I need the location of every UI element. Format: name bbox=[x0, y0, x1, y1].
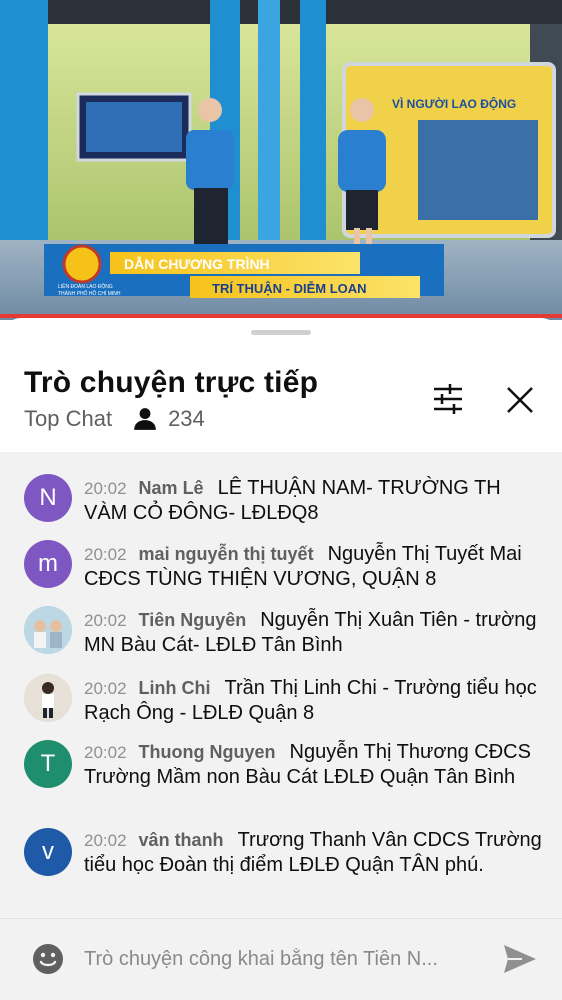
emoji-icon[interactable] bbox=[32, 943, 64, 975]
message-author[interactable]: Thuong Nguyen bbox=[139, 742, 276, 762]
banner-names: TRÍ THUẬN - DIỄM LOAN bbox=[212, 281, 367, 296]
message-time: 20:02 bbox=[84, 743, 127, 762]
person-icon bbox=[134, 408, 156, 430]
message-author[interactable]: Linh Chi bbox=[139, 678, 211, 698]
chat-input[interactable] bbox=[84, 941, 474, 977]
live-video-player[interactable]: DẪN CHƯƠNG TRÌNH TRÍ THUẬN - DIỄM LOAN V… bbox=[0, 0, 562, 320]
studio-scene: DẪN CHƯƠNG TRÌNH TRÍ THUẬN - DIỄM LOAN V… bbox=[0, 0, 562, 320]
message-time: 20:02 bbox=[84, 479, 127, 498]
chat-title: Trò chuyện trực tiếp bbox=[24, 366, 319, 399]
close-icon[interactable] bbox=[500, 380, 540, 420]
chat-message: N 20:02 Nam Lê LÊ THUẬN NAM- TRƯỜNG TH VÀM… bbox=[0, 472, 562, 532]
chat-message: 20:02 Linh Chi Trần Thị Linh Chi - Trường … bbox=[0, 674, 562, 730]
logo-caption-1: LIÊN ĐOÀN LAO ĐỘNG bbox=[58, 282, 113, 290]
chat-mode-selector[interactable]: Top Chat 234 bbox=[24, 406, 205, 432]
logo-caption-2: THÀNH PHỐ HỒ CHÍ MINH bbox=[58, 290, 121, 297]
tune-icon[interactable] bbox=[428, 382, 468, 416]
message-author[interactable]: mai nguyễn thị tuyết bbox=[139, 544, 314, 564]
screen-heading: VÌ NGƯỜI LAO ĐỘNG bbox=[392, 96, 516, 111]
message-time: 20:02 bbox=[84, 831, 127, 850]
avatar[interactable]: v bbox=[24, 828, 72, 876]
send-icon[interactable] bbox=[502, 943, 538, 975]
chat-mode-label: Top Chat bbox=[24, 406, 113, 431]
chat-header: Trò chuyện trực tiếp Top Chat 234 bbox=[0, 318, 562, 452]
message-time: 20:02 bbox=[84, 611, 127, 630]
live-chat-panel: Trò chuyện trực tiếp Top Chat 234 N 20:0… bbox=[0, 318, 562, 1000]
message-time: 20:02 bbox=[84, 679, 127, 698]
avatar[interactable]: N bbox=[24, 474, 72, 522]
avatar[interactable]: T bbox=[24, 740, 72, 788]
viewer-count: 234 bbox=[168, 406, 205, 431]
chat-message: m 20:02 mai nguyễn thị tuyết Nguyễn Thị Tu… bbox=[0, 540, 562, 596]
drag-handle[interactable] bbox=[251, 330, 311, 335]
photo-avatar-icon bbox=[24, 674, 72, 722]
message-time: 20:02 bbox=[84, 545, 127, 564]
message-author[interactable]: Nam Lê bbox=[139, 478, 204, 498]
avatar[interactable]: m bbox=[24, 540, 72, 588]
chat-message: 20:02 Tiên Nguyên Nguyễn Thị Xuân Tiên - t… bbox=[0, 606, 562, 662]
chat-message: v 20:02 vân thanh Trương Thanh Vân CDCS Tr… bbox=[0, 826, 562, 906]
message-author[interactable]: Tiên Nguyên bbox=[139, 610, 247, 630]
photo-avatar-icon bbox=[24, 606, 72, 654]
banner-title: DẪN CHƯƠNG TRÌNH bbox=[124, 256, 270, 272]
chat-message: T 20:02 Thuong Nguyen Nguyễn Thị Thương CĐ… bbox=[0, 736, 562, 816]
avatar[interactable] bbox=[24, 606, 72, 654]
message-author[interactable]: vân thanh bbox=[139, 830, 224, 850]
chat-composer bbox=[0, 918, 562, 1000]
chat-message-list[interactable]: N 20:02 Nam Lê LÊ THUẬN NAM- TRƯỜNG TH VÀM… bbox=[0, 452, 562, 918]
avatar[interactable] bbox=[24, 674, 72, 722]
